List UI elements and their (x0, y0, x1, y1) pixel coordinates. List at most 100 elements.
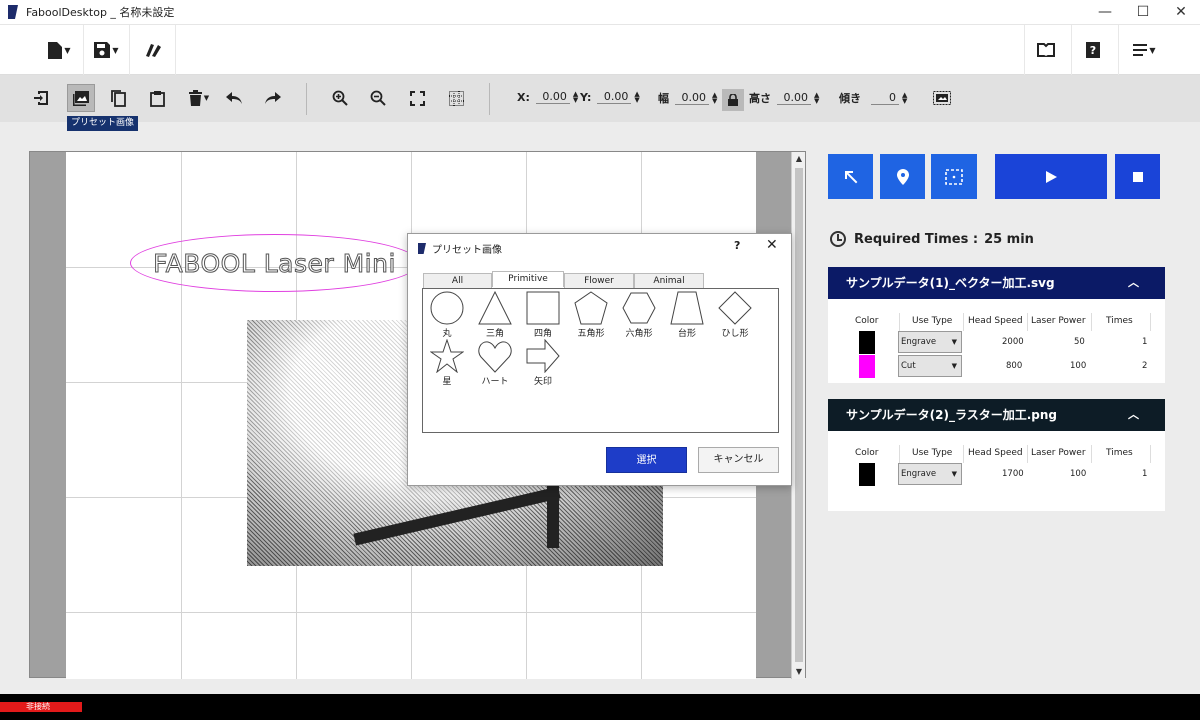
laser-power-value[interactable]: 100 (1070, 361, 1086, 371)
trapezoid-icon (670, 291, 704, 325)
dialog-close-button[interactable]: ✕ (766, 237, 778, 253)
menu-button[interactable]: ▼ (1118, 25, 1170, 75)
column-divider (963, 445, 964, 463)
grid-button[interactable] (442, 84, 470, 112)
angle-spinner[interactable]: ▲ ▼ (902, 92, 907, 105)
scroll-down-icon[interactable]: ▼ (792, 665, 806, 679)
copy-button[interactable] (104, 84, 132, 112)
color-swatch[interactable] (859, 355, 875, 378)
save-button[interactable]: ▼ (84, 25, 130, 75)
shape-square[interactable]: 四角 (521, 291, 565, 339)
close-window-button[interactable]: ✕ (1162, 0, 1200, 25)
layer-header[interactable]: サンプルデータ(2)_ラスター加工.png ︿ (828, 399, 1165, 431)
chevron-up-icon[interactable]: ︿ (1128, 267, 1139, 299)
shape-heart[interactable]: ハート (473, 339, 517, 387)
angle-input[interactable]: 0 (871, 91, 899, 105)
arrow-up-left-icon (844, 170, 857, 183)
height-spinner[interactable]: ▲ ▼ (814, 92, 819, 105)
text-object[interactable]: FABOOL Laser Mini (130, 234, 419, 292)
scroll-up-icon[interactable]: ▲ (792, 152, 806, 166)
tooltip: プリセット画像 (67, 116, 139, 131)
use-type-select[interactable]: Cut ▼ (898, 355, 962, 377)
minimize-button[interactable]: — (1086, 0, 1124, 25)
fullscreen-icon (409, 90, 425, 106)
new-file-button[interactable]: ▼ (36, 25, 84, 75)
times-value[interactable]: 2 (1142, 361, 1147, 371)
select-button[interactable]: 選択 (606, 447, 687, 473)
height-input[interactable]: 0.00 (777, 91, 811, 105)
preset-image-button[interactable] (67, 84, 95, 112)
column-header: Head Speed (968, 316, 1023, 326)
tab-animal[interactable]: Animal (634, 273, 704, 288)
frame-select-icon (945, 168, 963, 185)
scrollbar-thumb[interactable] (795, 168, 803, 662)
zoom-in-button[interactable] (326, 84, 354, 112)
y-spinner[interactable]: ▲ ▼ (634, 91, 639, 104)
column-divider (899, 445, 900, 463)
use-type-select[interactable]: Engrave ▼ (898, 463, 962, 485)
hexagon-icon (622, 292, 656, 324)
shape-triangle[interactable]: 三角 (473, 291, 517, 339)
tab-flower[interactable]: Flower (564, 273, 634, 288)
shape-trapezoid[interactable]: 台形 (665, 291, 709, 339)
x-input[interactable]: 0.00 (535, 90, 570, 104)
tab-all[interactable]: All (423, 273, 492, 288)
times-value[interactable]: 1 (1142, 469, 1147, 479)
times-value[interactable]: 1 (1142, 337, 1147, 347)
required-time: Required Times : 25 min (830, 231, 1034, 247)
maximize-button[interactable]: ☐ (1124, 0, 1162, 25)
shape-hexagon[interactable]: 六角形 (617, 291, 661, 339)
save-icon (94, 42, 111, 58)
file-icon (48, 41, 63, 59)
shape-star[interactable]: 星 (425, 339, 469, 387)
shape-label: 五角形 (577, 329, 605, 339)
delete-button[interactable]: ▼ (186, 84, 212, 112)
y-input[interactable]: 0.00 (597, 90, 632, 104)
dialog-help-button[interactable]: ? (734, 239, 740, 252)
cancel-button[interactable]: キャンセル (698, 447, 779, 473)
layer-name: サンプルデータ(2)_ラスター加工.png (846, 408, 1058, 422)
tab-primitive[interactable]: Primitive (492, 271, 564, 287)
layer-header[interactable]: サンプルデータ(1)_ベクター加工.svg ︿ (828, 267, 1165, 299)
redo-button[interactable] (258, 84, 286, 112)
zoom-out-icon (370, 90, 386, 106)
laser-power-value[interactable]: 50 (1074, 337, 1085, 347)
chevron-up-icon[interactable]: ︿ (1128, 399, 1139, 431)
origin-button[interactable] (828, 154, 873, 199)
fit-screen-button[interactable] (403, 84, 431, 112)
connection-status: 非接続 (0, 702, 82, 712)
width-spinner[interactable]: ▲ ▼ (712, 92, 717, 105)
use-type-select[interactable]: Engrave ▼ (898, 331, 962, 353)
stop-button[interactable] (1115, 154, 1160, 199)
width-input[interactable]: 0.00 (675, 91, 709, 105)
vertical-scrollbar[interactable]: ▲ ▼ (791, 152, 805, 679)
import-button[interactable] (27, 84, 55, 112)
angle-label: 傾き (839, 92, 861, 105)
aspect-lock-button[interactable] (722, 89, 744, 111)
paste-button[interactable] (143, 84, 171, 112)
material-button[interactable] (130, 25, 176, 75)
app-logo-icon (418, 243, 426, 254)
start-button[interactable] (995, 154, 1107, 199)
shape-arrow[interactable]: 矢印 (521, 339, 565, 387)
head-speed-value[interactable]: 800 (1006, 361, 1022, 371)
manual-button[interactable] (1024, 25, 1066, 75)
dropdown-arrow-icon: ▼ (951, 362, 957, 370)
shape-diamond[interactable]: ひし形 (713, 291, 757, 339)
frame-check-button[interactable] (931, 154, 977, 199)
undo-button[interactable] (220, 84, 248, 112)
shape-pentagon[interactable]: 五角形 (569, 291, 613, 339)
shape-circle[interactable]: 丸 (425, 291, 469, 339)
help-button[interactable]: ? (1071, 25, 1113, 75)
head-speed-value[interactable]: 2000 (1002, 337, 1024, 347)
head-speed-value[interactable]: 1700 (1002, 469, 1024, 479)
import-icon (34, 91, 48, 105)
color-swatch[interactable] (859, 331, 875, 354)
zoom-out-button[interactable] (364, 84, 392, 112)
x-spinner[interactable]: ▲ ▼ (573, 91, 578, 104)
color-swatch[interactable] (859, 463, 875, 486)
image-settings-button[interactable] (928, 84, 956, 112)
laser-power-value[interactable]: 100 (1070, 469, 1086, 479)
dialog-title-bar: プリセット画像 (418, 241, 502, 256)
position-button[interactable] (880, 154, 925, 199)
